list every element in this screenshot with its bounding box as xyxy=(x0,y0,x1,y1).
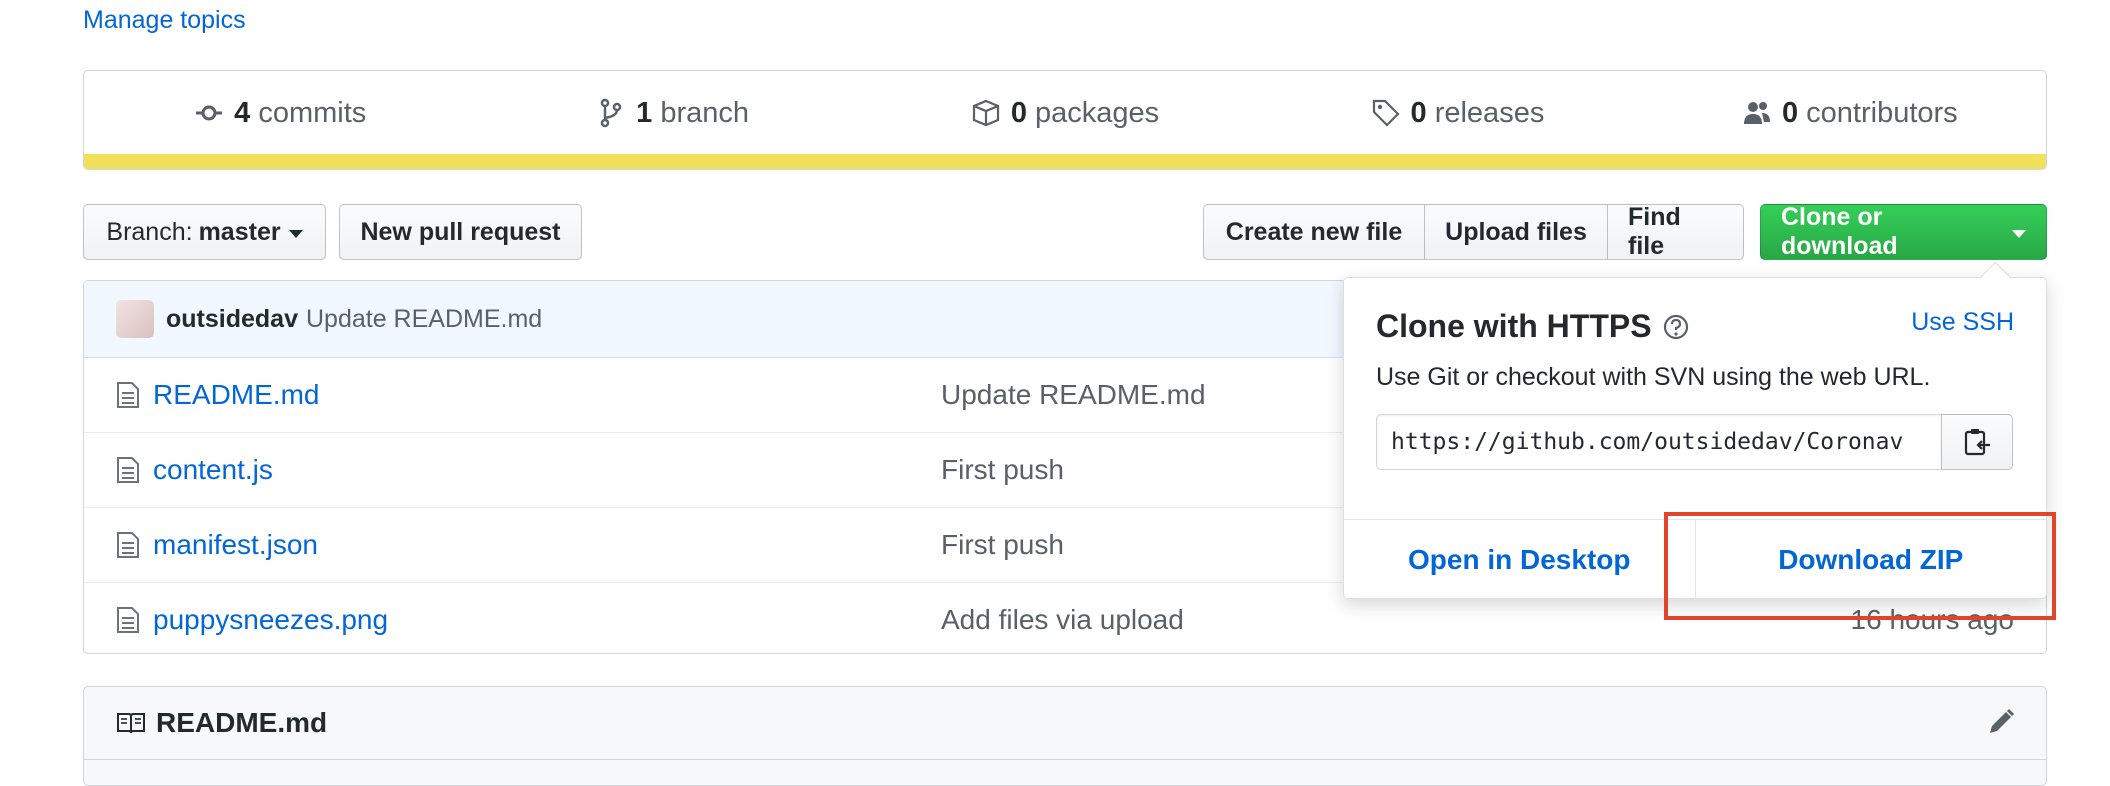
new-pull-request-button[interactable]: New pull request xyxy=(339,204,582,260)
readme-header: README.md xyxy=(84,687,2046,760)
clone-url-input[interactable] xyxy=(1376,414,1942,470)
use-ssh-link[interactable]: Use SSH xyxy=(1911,308,2014,337)
pencil-icon[interactable] xyxy=(1986,707,2016,737)
file-name-link[interactable]: content.js xyxy=(153,454,273,486)
readme-title: README.md xyxy=(156,707,328,738)
find-file-button[interactable]: Find file xyxy=(1607,203,1744,260)
contributors-count: 0 xyxy=(1781,96,1799,129)
packages-label: packages xyxy=(1035,96,1160,129)
book-icon xyxy=(117,713,145,734)
copy-url-button[interactable] xyxy=(1941,414,2013,470)
file-commit-message[interactable]: Add files via upload xyxy=(941,604,1184,636)
file-icon xyxy=(117,532,139,558)
open-in-desktop-button[interactable]: Open in Desktop xyxy=(1344,520,1695,600)
contributors-stat[interactable]: 0 contributors xyxy=(1654,97,2046,130)
packages-count: 0 xyxy=(1010,96,1027,129)
clipboard-icon xyxy=(1964,429,1990,456)
branches-stat[interactable]: 1 branch xyxy=(476,97,868,130)
caret-down-icon xyxy=(2012,230,2026,238)
create-new-file-button[interactable]: Create new file xyxy=(1203,204,1425,260)
file-commit-message[interactable]: First push xyxy=(941,529,1064,561)
branch-icon xyxy=(600,98,622,128)
commit-author[interactable]: outsidedav xyxy=(166,305,298,334)
package-icon xyxy=(972,99,999,127)
commits-count: 4 xyxy=(234,96,251,129)
manage-topics-link[interactable]: Manage topics xyxy=(83,6,246,35)
file-name-link[interactable]: puppysneezes.png xyxy=(153,604,388,636)
commit-icon xyxy=(196,105,223,121)
releases-label: releases xyxy=(1434,96,1545,129)
releases-count: 0 xyxy=(1410,96,1427,129)
language-bar[interactable] xyxy=(84,154,2046,169)
highlight-box xyxy=(1664,512,2056,620)
branches-label: branch xyxy=(660,96,750,129)
file-commit-message[interactable]: First push xyxy=(941,454,1064,486)
clone-title: Clone with HTTPS xyxy=(1376,308,1690,345)
file-icon xyxy=(117,457,139,483)
contributors-label: contributors xyxy=(1806,96,1958,129)
tag-icon xyxy=(1372,99,1400,127)
commits-stat[interactable]: 4 commits xyxy=(84,97,476,130)
file-commit-message[interactable]: Update README.md xyxy=(941,379,1206,411)
upload-files-button[interactable]: Upload files xyxy=(1424,204,1608,260)
clone-or-download-button[interactable]: Clone or download xyxy=(1760,203,2047,260)
branch-name: master xyxy=(198,217,281,246)
clone-title-text: Clone with HTTPS xyxy=(1376,308,1652,344)
file-name-link[interactable]: manifest.json xyxy=(153,529,318,561)
file-name-link[interactable]: README.md xyxy=(153,379,319,411)
commits-label: commits xyxy=(258,96,367,129)
avatar[interactable] xyxy=(116,300,154,338)
releases-stat[interactable]: 0 releases xyxy=(1261,97,1653,130)
packages-stat[interactable]: 0 packages xyxy=(869,97,1261,130)
caret-down-icon xyxy=(288,230,303,238)
clone-button-label: Clone or download xyxy=(1781,203,1898,260)
question-icon[interactable] xyxy=(1662,313,1690,341)
readme-panel: README.md xyxy=(83,686,2047,786)
branch-select-button[interactable]: Branch: master xyxy=(83,204,326,260)
branches-count: 1 xyxy=(636,96,653,129)
file-icon xyxy=(117,607,139,633)
people-icon xyxy=(1743,102,1770,124)
clone-description: Use Git or checkout with SVN using the w… xyxy=(1376,363,1931,391)
branch-prefix: Branch: xyxy=(106,217,193,246)
file-icon xyxy=(117,382,139,408)
repo-summary-bar: 4 commits 1 branch 0 packages 0 releases… xyxy=(83,70,2047,170)
commit-message[interactable]: Update README.md xyxy=(306,305,542,334)
